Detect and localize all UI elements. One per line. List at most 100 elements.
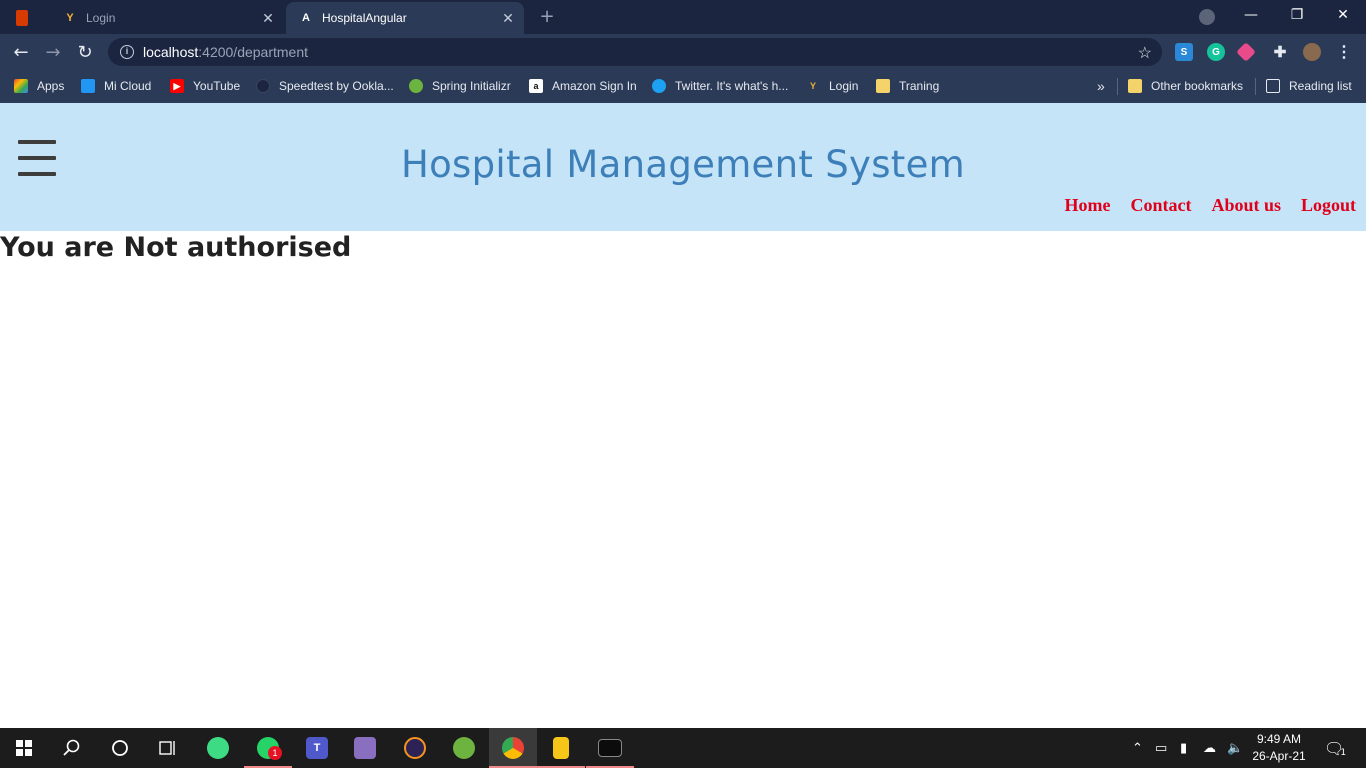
network-icon[interactable]: ▭: [1155, 728, 1167, 768]
onedrive-cloud-icon[interactable]: ☁: [1203, 728, 1216, 768]
show-hidden-icons-icon[interactable]: ⌃: [1132, 728, 1143, 768]
youtube-icon: ▶: [170, 79, 184, 93]
bookmark-mi-cloud[interactable]: Mi Cloud: [81, 77, 151, 95]
bookmark-youtube[interactable]: ▶ YouTube: [170, 77, 240, 95]
profile-avatar[interactable]: [1303, 43, 1321, 61]
bookmark-separator: [1117, 78, 1118, 95]
file-explorer-icon[interactable]: [537, 728, 585, 768]
bookmark-label: Login: [829, 79, 859, 93]
spring-glyph: [453, 737, 475, 759]
eclipse-glyph: [404, 737, 426, 759]
bookmark-label: Amazon Sign In: [552, 79, 637, 93]
terminal-glyph: [598, 739, 622, 757]
restore-button[interactable]: ❐: [1274, 0, 1320, 30]
windows-start-icon[interactable]: [0, 728, 48, 768]
twitter-icon: [652, 79, 666, 93]
back-icon[interactable]: ←: [8, 40, 34, 64]
teams-icon[interactable]: T: [293, 728, 341, 768]
bookmark-traning[interactable]: Traning: [876, 77, 939, 95]
folder-icon: [876, 79, 890, 93]
search-icon[interactable]: [48, 728, 96, 768]
notepad-glyph: [354, 737, 376, 759]
page-title: Hospital Management System: [401, 143, 965, 186]
not-authorised-message: You are Not authorised: [0, 232, 352, 263]
login-icon: Y: [66, 12, 74, 24]
notepad-icon[interactable]: [341, 728, 389, 768]
bookmark-separator: [1255, 78, 1256, 95]
close-window-button[interactable]: ✕: [1320, 0, 1366, 30]
more-bookmarks-icon[interactable]: »: [1097, 77, 1105, 95]
nav-contact-link[interactable]: Contact: [1130, 195, 1191, 216]
browser-window: Y Login ✕ A HospitalAngular ✕ + — ❐ ✕ ← …: [0, 0, 1366, 103]
whatsapp-unread-badge: 1: [268, 746, 282, 760]
eclipse-icon[interactable]: [391, 728, 439, 768]
volume-icon[interactable]: 🔈: [1227, 728, 1243, 768]
color-extension-icon[interactable]: [1236, 42, 1256, 62]
bookmark-label: Speedtest by Ookla...: [279, 79, 394, 93]
bookmark-star-icon[interactable]: ☆: [1138, 43, 1152, 63]
tab-strip: Y Login ✕ A HospitalAngular ✕ + — ❐ ✕: [0, 0, 1366, 34]
skype-extension-icon[interactable]: S: [1175, 43, 1193, 61]
address-bar[interactable]: i localhost:4200/department ☆: [108, 38, 1162, 66]
nav-about-us-link[interactable]: About us: [1211, 195, 1281, 216]
bookmark-label: Apps: [37, 79, 65, 93]
reading-list-button[interactable]: Reading list: [1266, 77, 1352, 95]
bookmark-login[interactable]: Y Login: [806, 77, 858, 95]
tab-search-icon[interactable]: [1199, 9, 1215, 25]
tab-title: HospitalAngular: [322, 11, 407, 25]
bookmark-speedtest[interactable]: Speedtest by Ookla...: [256, 77, 394, 95]
bookmarks-bar: Apps Mi Cloud ▶ YouTube Speedtest by Ook…: [0, 70, 1366, 103]
nav-home-link[interactable]: Home: [1064, 195, 1110, 216]
url-host: localhost: [143, 44, 199, 60]
bookmark-other-bookmarks[interactable]: Other bookmarks: [1128, 77, 1243, 95]
battery-icon[interactable]: ▮: [1180, 728, 1187, 768]
cortana-icon[interactable]: [96, 728, 144, 768]
speedtest-icon: [256, 79, 270, 93]
bookmark-label: Spring Initializr: [432, 79, 511, 93]
tab-office[interactable]: [8, 2, 44, 34]
forward-icon[interactable]: →: [40, 40, 66, 64]
mi-cloud-icon: [81, 79, 95, 93]
bookmark-label: Twitter. It's what's h...: [675, 79, 789, 93]
bookmark-label: YouTube: [193, 79, 241, 93]
reload-icon[interactable]: ↻: [72, 40, 98, 64]
nav-logout-link[interactable]: Logout: [1301, 195, 1356, 216]
clock-time: 9:49 AM: [1256, 732, 1302, 746]
chrome-taskbar-icon[interactable]: [489, 728, 537, 768]
angular-icon: A: [302, 12, 310, 24]
apps-grid-icon: [14, 79, 28, 93]
clock-date: 26-Apr-21: [1252, 749, 1306, 763]
android-studio-glyph: [207, 737, 229, 759]
bookmark-spring-initializr[interactable]: Spring Initializr: [409, 77, 511, 95]
minimize-button[interactable]: —: [1228, 0, 1274, 30]
windows-taskbar: 1 T ⌃ ▭ ▮ ☁ 🔈 9:49 AM 26-Apr-21 🗨 1: [0, 728, 1366, 768]
folder-glyph: [553, 737, 569, 759]
grammarly-extension-icon[interactable]: G: [1207, 43, 1225, 61]
site-nav: Home Contact About us Logout: [1044, 195, 1356, 216]
bookmark-label: Traning: [899, 79, 940, 93]
menu-kebab-icon[interactable]: ⋮: [1335, 43, 1353, 61]
teams-glyph: T: [306, 737, 328, 759]
bookmark-label: Other bookmarks: [1151, 79, 1244, 93]
system-clock[interactable]: 9:49 AM 26-Apr-21: [1248, 731, 1310, 765]
tab-title: Login: [86, 11, 116, 25]
url-path: :4200/department: [198, 44, 309, 60]
site-info-icon[interactable]: i: [120, 45, 134, 59]
bookmark-amazon[interactable]: a Amazon Sign In: [529, 77, 637, 95]
close-icon[interactable]: ✕: [258, 10, 278, 27]
spring-tool-suite-icon[interactable]: [440, 728, 488, 768]
office-icon: [16, 10, 28, 26]
bookmark-apps[interactable]: Apps: [14, 77, 64, 95]
bookmark-twitter[interactable]: Twitter. It's what's h...: [652, 77, 788, 95]
task-view-icon[interactable]: [144, 728, 192, 768]
tab-hospital-angular[interactable]: A HospitalAngular ✕: [286, 2, 524, 34]
new-tab-button[interactable]: +: [536, 6, 558, 28]
tab-login[interactable]: Y Login ✕: [52, 2, 284, 34]
terminal-icon[interactable]: [586, 728, 634, 768]
close-icon[interactable]: ✕: [498, 10, 518, 27]
site-header: Hospital Management System Home Contact …: [0, 103, 1366, 231]
action-center-icon[interactable]: 🗨 1: [1324, 728, 1346, 768]
android-studio-icon[interactable]: [194, 728, 242, 768]
extensions-puzzle-icon[interactable]: ✚: [1271, 43, 1289, 61]
whatsapp-icon[interactable]: 1: [244, 728, 292, 768]
